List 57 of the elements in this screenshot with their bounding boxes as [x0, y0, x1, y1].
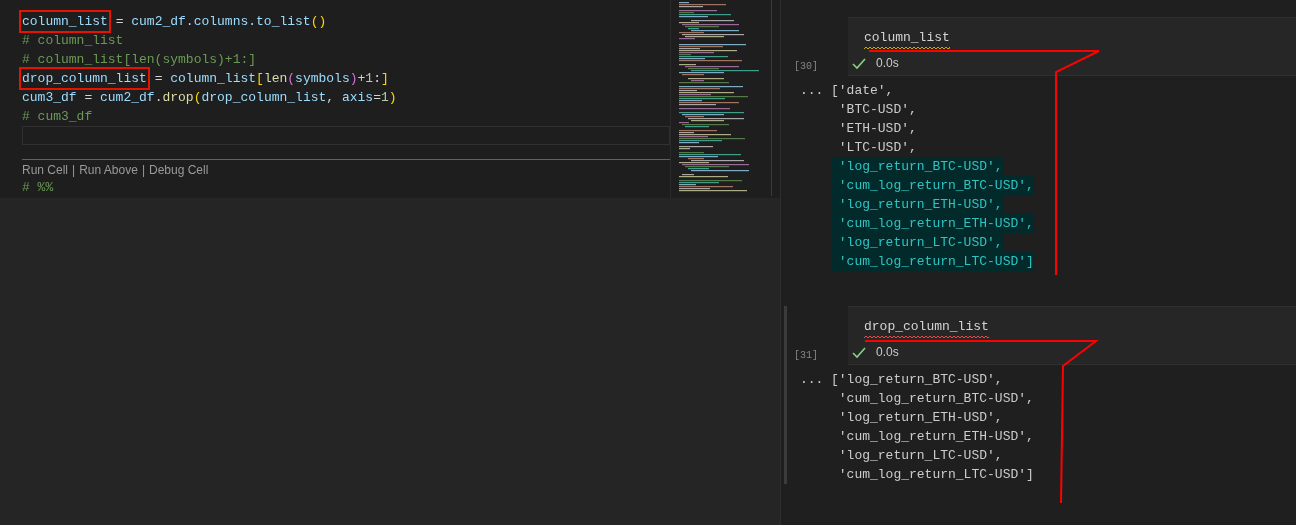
code-token: len: [263, 70, 288, 88]
code-token: [: [256, 70, 264, 88]
code-token: symbols: [295, 70, 350, 88]
output-line: ['date',: [831, 82, 894, 100]
output-prompt: ...: [800, 372, 824, 387]
output-line: 'BTC-USD',: [837, 101, 917, 119]
code-token: ,: [326, 89, 336, 107]
code-token: =: [373, 89, 381, 107]
output-line: 'log_return_ETH-USD',: [837, 409, 1003, 427]
code-token: ): [349, 70, 358, 88]
code-token: =: [114, 13, 125, 31]
code-token: 1: [365, 70, 374, 88]
code-token: +: [357, 70, 366, 88]
code-token: =: [153, 70, 164, 88]
execution-time: 0.0s: [876, 344, 899, 361]
code-token: (: [287, 70, 296, 88]
code-token: drop_column_list: [201, 89, 327, 107]
cell-code: column_list: [864, 30, 950, 46]
code-token: ]: [380, 70, 389, 88]
code-token: cum3_df: [22, 89, 77, 107]
code-token: :: [373, 70, 381, 88]
codelens-link[interactable]: Run Above: [79, 162, 138, 178]
code-token: ): [388, 89, 397, 107]
output-line: ['log_return_BTC-USD',: [831, 371, 1003, 389]
code-comment: # column_list: [22, 32, 124, 50]
output-line: 'cum_log_return_ETH-USD',: [837, 428, 1034, 446]
code-token: (): [310, 13, 327, 31]
codelens-link[interactable]: Debug Cell: [149, 162, 209, 178]
output-line: 'ETH-USD',: [837, 120, 917, 138]
output-line: 'cum_log_return_LTC-USD']: [837, 466, 1034, 484]
code-token: column_list: [170, 70, 257, 88]
code-token: column_list: [21, 12, 109, 31]
code-cell-input[interactable]: column_list 0.0s: [848, 17, 1296, 76]
execution-time: 0.0s: [876, 55, 899, 72]
code-token: 1: [380, 89, 389, 107]
code-token: (: [193, 89, 202, 107]
code-comment: # cum3_df: [22, 108, 93, 126]
output-line: 'LTC-USD',: [837, 139, 917, 157]
codelens-link[interactable]: Run Cell: [22, 162, 69, 178]
code-comment: # %%: [22, 179, 54, 197]
code-cell-input[interactable]: drop_column_list 0.0s: [848, 306, 1296, 365]
code-token: drop_column_list: [21, 69, 148, 88]
code-token: cum2_df.columns.to_list: [131, 13, 311, 31]
codelens-separator: |: [141, 162, 145, 178]
cell-code: drop_column_list: [864, 319, 989, 335]
code-comment: # column_list[len(symbols)+1:]: [22, 51, 257, 69]
execution-count: [30]: [794, 60, 818, 74]
code-token: drop: [162, 89, 194, 107]
code-token: .: [154, 89, 163, 107]
output-prompt: ...: [800, 83, 824, 98]
output-line: 'cum_log_return_BTC-USD',: [837, 390, 1034, 408]
codelens-separator: |: [72, 162, 76, 178]
execution-count: [31]: [794, 349, 818, 363]
code-token: axis: [341, 89, 374, 107]
code-token: =: [83, 89, 94, 107]
output-line: 'log_return_LTC-USD',: [837, 447, 1003, 465]
code-token: cum2_df: [100, 89, 155, 107]
